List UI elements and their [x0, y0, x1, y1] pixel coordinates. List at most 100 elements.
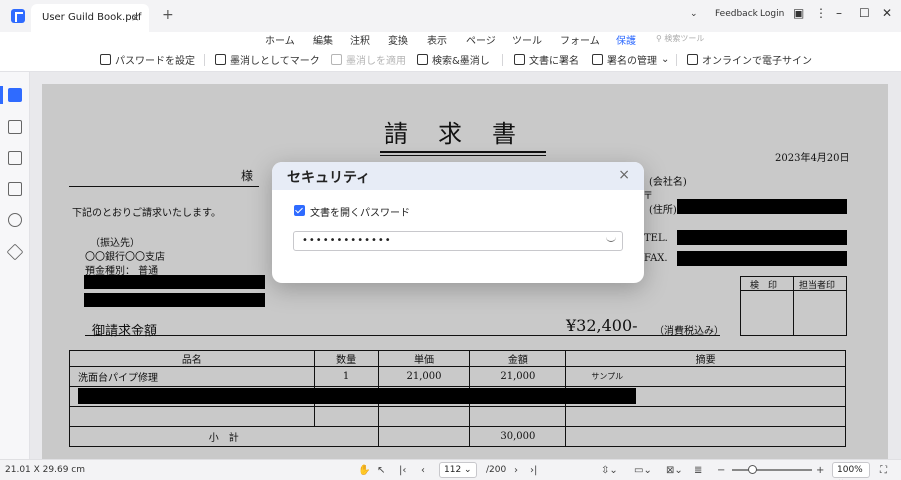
zoom-out-icon[interactable]: −: [717, 465, 725, 476]
esign-icon: [687, 54, 698, 65]
bank-name: 〇〇銀行〇〇支店: [85, 252, 165, 263]
chevron-down-icon[interactable]: ⌄: [690, 9, 698, 19]
search-redact-icon: [417, 54, 428, 65]
dialog-header: セキュリティ ×: [272, 162, 644, 190]
cell-amount: 21,000: [469, 366, 567, 387]
amount-value: ¥32,400-: [566, 316, 638, 335]
attachment-icon[interactable]: [8, 182, 22, 196]
cell-unit-price: 21,000: [377, 366, 471, 387]
menu-convert[interactable]: 変換: [388, 32, 408, 47]
menu-edit[interactable]: 編集: [313, 32, 333, 47]
app-logo-icon: [11, 9, 25, 23]
table-row: [69, 406, 846, 427]
cell-item: 洗面台パイプ修理: [69, 366, 315, 387]
bank-heading: （振込先）: [90, 238, 140, 249]
comment-icon[interactable]: [8, 151, 22, 165]
cell-note: サンプル: [565, 366, 846, 387]
tel-label: TEL.: [644, 233, 668, 244]
menu-view[interactable]: 表示: [427, 32, 447, 47]
page-number-input[interactable]: 112 ⌄: [439, 462, 477, 478]
person-label: 担当者印: [799, 281, 836, 291]
close-window-icon[interactable]: ✕: [882, 6, 892, 20]
zoom-in-icon[interactable]: +: [816, 465, 824, 476]
customer-suffix: 様: [241, 169, 254, 183]
new-tab-button[interactable]: +: [162, 7, 174, 23]
select-arrow-icon[interactable]: ↖: [377, 465, 385, 476]
tab-close-icon[interactable]: ×: [131, 11, 140, 24]
search-redact-button[interactable]: 検索&墨消し: [417, 52, 490, 67]
hide-password-icon[interactable]: [606, 236, 616, 242]
search-icon[interactable]: [8, 213, 22, 227]
header-unit-price: 単価: [377, 350, 471, 367]
zoom-select[interactable]: 100% ⌄: [832, 462, 870, 480]
set-password-label: パスワードを設定: [115, 56, 195, 67]
header-item: 品名: [69, 350, 315, 367]
apply-redaction-icon: [331, 54, 342, 65]
mark-redaction-button[interactable]: 墨消しとしてマーク: [215, 52, 320, 67]
tab-title: User Guild Book.pdf: [42, 12, 142, 23]
total-pages: /200: [486, 465, 507, 475]
minimize-icon[interactable]: –: [836, 6, 842, 20]
fullscreen-icon[interactable]: ⛶: [880, 465, 887, 476]
address-label: (住所): [649, 205, 677, 216]
password-value: •••••••••••••: [302, 235, 392, 246]
hand-tool-icon[interactable]: ✋: [358, 465, 370, 476]
status-bar: 21.01 X 29.69 cm ✋ ↖ |‹ ‹ 112 ⌄ /200 › ›…: [0, 459, 901, 480]
page-size: 21.01 X 29.69 cm: [5, 465, 85, 475]
feedback-link[interactable]: Feedback: [715, 9, 758, 19]
redaction-box: [677, 251, 847, 266]
first-page-icon[interactable]: |‹: [399, 465, 406, 476]
fax-label: FAX.: [644, 253, 668, 264]
password-input[interactable]: •••••••••••••: [293, 231, 623, 251]
menu-annotate[interactable]: 注釈: [350, 32, 370, 47]
header-qty: 数量: [313, 350, 379, 367]
open-password-checkbox[interactable]: [294, 205, 305, 216]
menu-page[interactable]: ページ: [466, 32, 496, 47]
manage-signatures-button[interactable]: 署名の管理 ⌄: [592, 52, 669, 67]
menu-home[interactable]: ホーム: [265, 32, 295, 47]
bookmark-icon[interactable]: [8, 120, 22, 134]
more-icon[interactable]: ⋮: [815, 6, 827, 20]
current-page: 112: [444, 465, 462, 475]
apply-redaction-button[interactable]: 墨消しを適用: [331, 52, 406, 67]
company-label: (会社名): [649, 177, 687, 188]
next-page-icon[interactable]: ›: [514, 465, 518, 476]
protect-toolbar: パスワードを設定 墨消しとしてマーク 墨消しを適用 検索&墨消し 文書に署名 署…: [0, 46, 901, 72]
message-icon[interactable]: ▣: [793, 6, 804, 20]
menu-bar: ホーム 編集 注釈 変換 表示 ページ ツール フォーム 保護 ⚲ 検索ツール: [0, 32, 901, 50]
toolbar-divider: [502, 54, 503, 66]
fit-screen-icon[interactable]: ⊠⌄: [666, 465, 683, 476]
thumbnails-icon[interactable]: [8, 88, 22, 102]
close-icon[interactable]: ×: [618, 167, 630, 183]
invoice-date: 2023年4月20日: [775, 153, 850, 164]
table-header-row: 品名 数量 単価 金額 摘要: [69, 350, 846, 367]
lock-icon: [100, 54, 111, 65]
menu-tools[interactable]: ツール: [512, 32, 542, 47]
maximize-icon[interactable]: ☐: [859, 6, 870, 20]
open-password-label[interactable]: 文書を開くパスワード: [310, 204, 410, 219]
layers-icon[interactable]: [6, 243, 24, 261]
fit-page-icon[interactable]: ⇳⌄: [601, 465, 618, 476]
online-esign-label: オンラインで電子サイン: [702, 56, 812, 67]
table-row-subtotal: 小 計 30,000: [69, 426, 846, 447]
left-sidebar: [0, 72, 30, 459]
redaction-box: [84, 275, 265, 289]
login-link[interactable]: Login: [760, 9, 784, 19]
set-password-button[interactable]: パスワードを設定: [100, 52, 195, 67]
stamp-divider: [793, 276, 794, 336]
fit-width-icon[interactable]: ▭⌄: [634, 465, 652, 476]
sign-document-button[interactable]: 文書に署名: [514, 52, 579, 67]
title-bar: User Guild Book.pdf × + ⌄ Feedback Login…: [0, 0, 901, 32]
online-esign-button[interactable]: オンラインで電子サイン: [687, 52, 812, 67]
menu-form[interactable]: フォーム: [560, 32, 600, 47]
search-tools[interactable]: ⚲ 検索ツール: [656, 33, 704, 44]
zoom-slider-handle[interactable]: [748, 465, 757, 474]
zoom-slider[interactable]: [732, 469, 812, 471]
amount-label: 御請求金額: [92, 324, 158, 339]
page-layout-icon[interactable]: ≣: [694, 465, 702, 476]
header-note: 摘要: [565, 350, 846, 367]
last-page-icon[interactable]: ›|: [530, 465, 537, 476]
prev-page-icon[interactable]: ‹: [421, 465, 425, 476]
active-indicator: [0, 86, 3, 104]
document-tab[interactable]: User Guild Book.pdf ×: [31, 4, 149, 32]
